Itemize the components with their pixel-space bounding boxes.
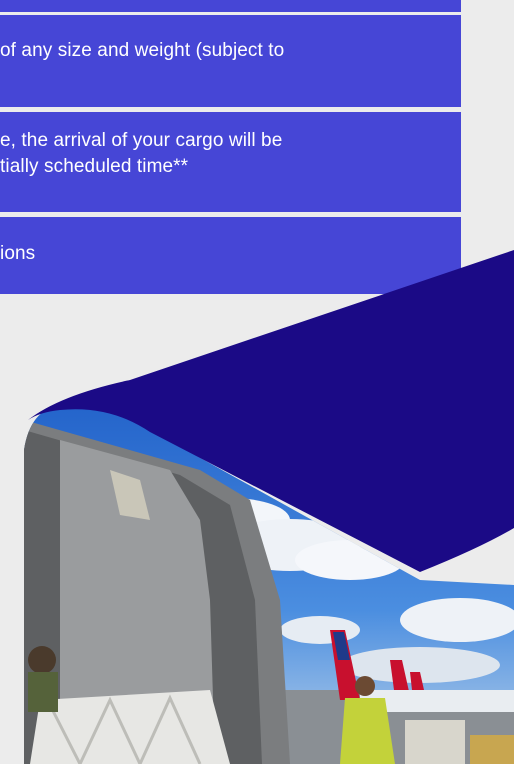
benefit-text-line1: e, the arrival of your cargo will be <box>0 130 283 151</box>
benefit-row-size-weight: of any size and weight (subject to <box>0 15 461 107</box>
benefit-row-conditions: ions <box>0 217 461 294</box>
benefit-row-partial <box>0 0 461 12</box>
benefit-text-line2: tially scheduled time** <box>0 156 189 177</box>
cargo-loading-photo-icon <box>24 404 514 764</box>
benefit-text: of any size and weight (subject to <box>0 40 285 61</box>
benefit-row-arrival: e, the arrival of your cargo will be tia… <box>0 112 461 212</box>
navy-wedge-shape-icon <box>28 250 514 572</box>
benefit-text: ions <box>0 243 36 264</box>
